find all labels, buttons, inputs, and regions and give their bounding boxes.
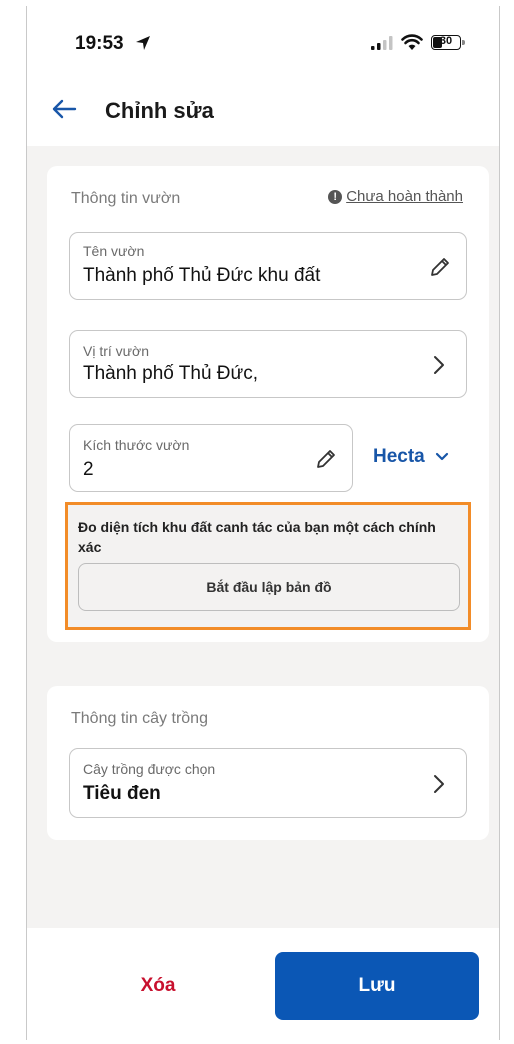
chevron-down-icon	[435, 452, 448, 461]
pencil-icon[interactable]	[428, 255, 450, 279]
crop-info-card: Thông tin cây trồng Cây trồng được chọn …	[47, 686, 489, 840]
location-arrow-icon	[136, 36, 150, 50]
back-arrow-icon[interactable]	[51, 98, 77, 120]
top-bar: 19:53 30 Chỉnh sửa	[27, 6, 499, 146]
phone-screen: 19:53 30 Chỉnh sửa Thông tin vườn ! Chưa…	[26, 6, 500, 1040]
mapping-callout: Đo diện tích khu đất canh tác của bạn mộ…	[65, 502, 471, 630]
wifi-icon	[401, 34, 423, 50]
garden-location-field[interactable]: Vị trí vườn Thành phố Thủ Đức,	[69, 330, 467, 398]
cellular-signal-icon	[371, 36, 393, 50]
crop-info-label: Thông tin cây trồng	[71, 710, 208, 727]
garden-info-card: Thông tin vườn ! Chưa hoàn thành Tên vườ…	[47, 166, 489, 642]
garden-name-field[interactable]: Tên vườn Thành phố Thủ Đức khu đất	[69, 232, 467, 300]
selected-crop-label: Cây trồng được chọn	[83, 761, 216, 777]
incomplete-status-link[interactable]: ! Chưa hoàn thành	[328, 188, 463, 205]
bottom-action-bar: Xóa Lưu	[27, 928, 499, 1040]
delete-button[interactable]: Xóa	[73, 952, 243, 1020]
pencil-icon[interactable]	[314, 447, 336, 471]
page-title: Chỉnh sửa	[105, 98, 214, 123]
garden-size-field[interactable]: Kích thước vườn 2	[69, 424, 353, 492]
garden-location-value: Thành phố Thủ Đức,	[83, 363, 259, 384]
garden-size-label: Kích thước vườn	[83, 437, 190, 453]
chevron-right-icon	[434, 356, 444, 374]
info-icon: !	[328, 189, 343, 204]
unit-select[interactable]: Hecta	[373, 446, 449, 468]
chevron-right-icon	[434, 775, 444, 793]
garden-name-value: Thành phố Thủ Đức khu đất	[83, 265, 321, 286]
unit-select-value: Hecta	[373, 446, 425, 467]
battery-icon: 30	[431, 35, 465, 50]
selected-crop-field[interactable]: Cây trồng được chọn Tiêu đen	[69, 748, 467, 818]
garden-size-value: 2	[83, 459, 94, 480]
battery-level: 30	[439, 35, 453, 47]
incomplete-status-text: Chưa hoàn thành	[346, 188, 463, 205]
save-button[interactable]: Lưu	[275, 952, 479, 1020]
status-time: 19:53	[75, 33, 124, 54]
selected-crop-value: Tiêu đen	[83, 783, 161, 804]
mapping-description: Đo diện tích khu đất canh tác của bạn mộ…	[78, 519, 436, 555]
status-bar: 19:53 30	[27, 6, 499, 76]
garden-name-label: Tên vườn	[83, 243, 145, 259]
garden-info-label: Thông tin vườn	[71, 190, 181, 207]
start-mapping-button[interactable]: Bắt đầu lập bản đồ	[78, 563, 460, 611]
garden-location-label: Vị trí vườn	[83, 343, 150, 359]
